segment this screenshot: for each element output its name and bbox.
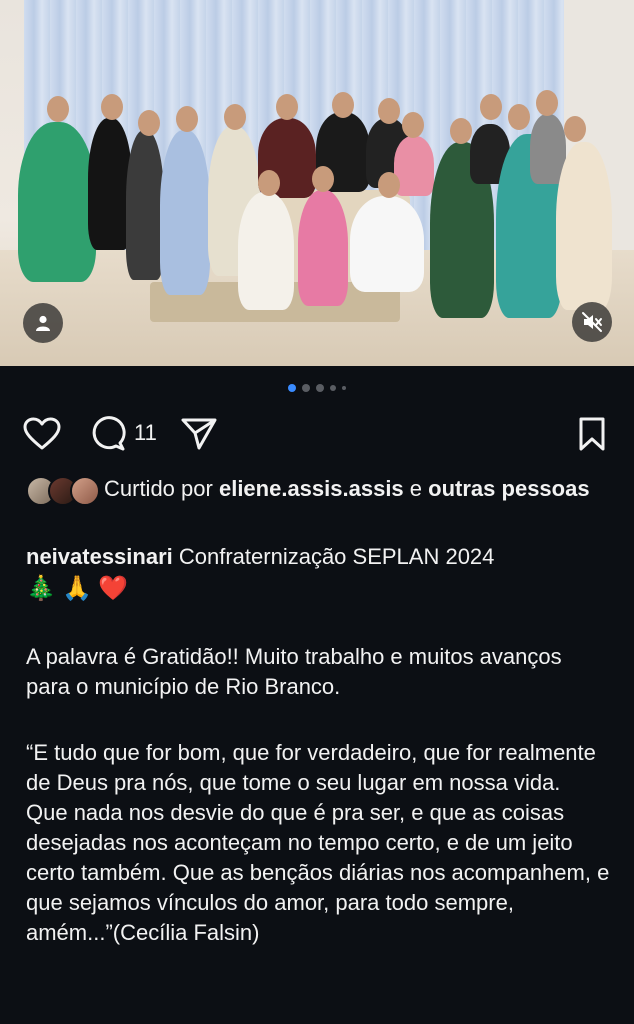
caption-paragraph: “E tudo que for bom, que for verdadeiro,… [26,740,596,795]
caption-paragraph: Que nada nos desvie do que é pra ser, e … [26,800,610,945]
user-icon [36,315,50,331]
muted-speaker-icon [582,312,602,332]
person [160,130,210,295]
person [18,122,96,282]
caption-paragraph: A palavra é Gratidão!! Muito trabalho e … [26,644,562,699]
carousel-dot [316,384,324,392]
tagged-users-button[interactable] [23,303,63,343]
person [298,190,348,306]
save-button[interactable] [574,414,610,454]
person [350,196,424,292]
person [238,192,294,310]
author-username[interactable]: neivatessinari [26,544,173,569]
share-button[interactable] [178,414,220,454]
avatar [70,476,100,506]
liked-by-avatars[interactable] [26,476,100,506]
bookmark-icon [579,417,605,451]
likes-summary[interactable]: Curtido por eliene.assis.assis e outras … [104,474,604,504]
person [394,136,434,196]
heart-icon [23,417,61,450]
comment-icon [92,416,126,451]
caption-title: Confraternização SEPLAN 2024 [178,544,495,569]
post-caption: neivatessinari Confraternização SEPLAN 2… [26,542,611,948]
carousel-dot [330,385,336,391]
carousel-dot [302,384,310,392]
comment-count[interactable]: 11 [134,420,157,446]
post-photo[interactable] [0,0,634,366]
carousel-dot [288,384,296,392]
audio-toggle-button[interactable] [572,302,612,342]
like-button[interactable] [22,414,62,454]
comment-button[interactable] [88,414,128,454]
carousel-dot [342,386,346,390]
praying-hands-emoji: 🙏 [62,575,92,602]
paper-plane-icon [181,418,217,450]
person [126,130,164,280]
liked-by-others-link[interactable]: outras pessoas [428,476,589,501]
carousel-indicator [0,384,634,392]
christmas-tree-emoji: 🎄 [26,575,56,602]
red-heart-emoji: ❤️ [98,575,128,602]
person [556,142,612,310]
liker-username[interactable]: eliene.assis.assis [219,476,404,501]
